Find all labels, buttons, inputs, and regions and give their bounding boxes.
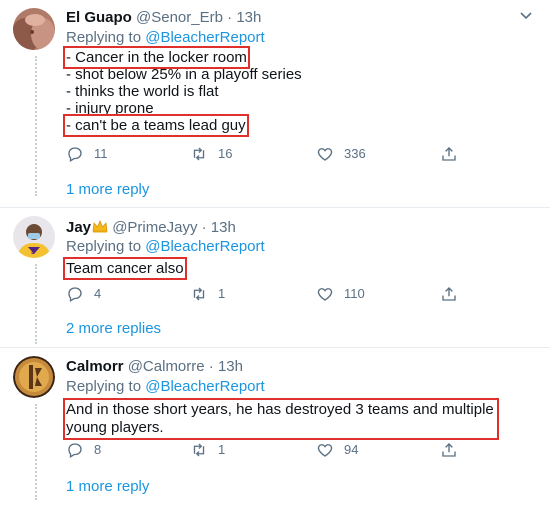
reply-button[interactable]: 4	[66, 284, 101, 304]
tweet-actions: 4 1 110	[66, 284, 486, 304]
replying-to-prefix: Replying to	[66, 238, 146, 255]
tweet-text: Team cancer also	[63, 257, 187, 280]
share-icon	[442, 287, 456, 301]
retweet-count: 1	[218, 442, 226, 457]
display-name[interactable]: Jay	[66, 219, 108, 236]
chevron-down-icon	[520, 12, 532, 20]
share-icon	[442, 443, 456, 457]
retweet-icon	[193, 147, 205, 161]
more-options-button[interactable]	[516, 9, 536, 29]
replying-to-mention[interactable]: @BleacherReport	[145, 378, 264, 395]
reply-button[interactable]: 8	[66, 440, 101, 460]
tweet-header: Jay @PrimeJayy · 13h	[66, 219, 236, 236]
reply-count: 4	[94, 286, 102, 301]
tweet-text: - Cancer in the locker room - shot below…	[63, 46, 302, 137]
retweet-button[interactable]: 1	[190, 440, 225, 460]
timestamp[interactable]: 13h	[236, 9, 261, 26]
tweet-text-line: And in those short years, he has destroy…	[66, 401, 494, 418]
timestamp[interactable]: 13h	[218, 358, 243, 375]
reply-icon	[68, 287, 82, 302]
highlighted-text: And in those short years, he has destroy…	[63, 398, 499, 440]
tweet-text-line: - thinks the world is flat	[66, 83, 219, 100]
share-button[interactable]	[440, 144, 468, 164]
show-more-replies-link[interactable]: 2 more replies	[66, 320, 161, 337]
like-button[interactable]: 110	[316, 284, 365, 304]
timestamp[interactable]: 13h	[211, 219, 236, 236]
replying-to-mention[interactable]: @BleacherReport	[145, 29, 264, 46]
user-handle[interactable]: @Calmorre	[128, 358, 205, 375]
tweet-text-line: - Cancer in the locker room	[63, 46, 302, 69]
share-button[interactable]	[440, 440, 468, 460]
avatar[interactable]	[13, 356, 55, 398]
separator-dot: ·	[201, 219, 207, 236]
heart-icon	[317, 288, 333, 301]
retweet-button[interactable]: 16	[190, 144, 232, 164]
replying-to: Replying to @BleacherReport	[66, 29, 265, 46]
retweet-icon	[193, 287, 205, 301]
reply-icon	[68, 147, 82, 162]
crown-icon	[92, 220, 108, 233]
tweet[interactable]: El Guapo @Senor_Erb · 13h Replying to @B…	[0, 0, 550, 208]
like-button[interactable]: 94	[316, 440, 358, 460]
tweet-actions: 11 16 336	[66, 144, 486, 164]
reply-button[interactable]: 11	[66, 144, 108, 164]
reply-count: 8	[94, 442, 102, 457]
share-icon	[442, 147, 456, 161]
separator-dot: ·	[208, 358, 214, 375]
like-button[interactable]: 336	[316, 144, 366, 164]
user-handle[interactable]: @PrimeJayy	[112, 219, 197, 236]
heart-icon	[317, 148, 333, 161]
highlighted-text: Team cancer also	[63, 257, 187, 280]
avatar-image	[13, 8, 55, 50]
avatar[interactable]: 3	[13, 216, 55, 258]
tweet-text-line: - shot below 25% in a playoff series	[66, 66, 302, 83]
heart-icon	[317, 444, 333, 457]
show-more-replies-link[interactable]: 1 more reply	[66, 478, 149, 495]
tweet-header: Calmorr @Calmorre · 13h	[66, 358, 243, 375]
reply-icon	[68, 443, 82, 458]
like-count: 110	[344, 286, 365, 301]
user-handle[interactable]: @Senor_Erb	[136, 9, 223, 26]
tweet-text-line: young players.	[66, 419, 164, 436]
retweet-count: 1	[218, 286, 226, 301]
avatar-image	[13, 356, 55, 398]
show-more-replies-link[interactable]: 1 more reply	[66, 181, 149, 198]
tweet-text-line: - can't be a teams lead guy	[63, 114, 302, 137]
retweet-count: 16	[218, 146, 233, 161]
tweet-text-line: Team cancer also	[63, 257, 187, 280]
display-name[interactable]: Calmorr	[66, 358, 124, 375]
replying-to-prefix: Replying to	[66, 378, 146, 395]
replying-to: Replying to @BleacherReport	[66, 238, 265, 255]
thread-line	[35, 56, 37, 196]
reply-thread-feed: El Guapo @Senor_Erb · 13h Replying to @B…	[0, 0, 550, 506]
like-count: 336	[344, 146, 366, 161]
retweet-button[interactable]: 1	[190, 284, 225, 304]
highlighted-text: - Cancer in the locker room	[63, 46, 250, 69]
replying-to-mention[interactable]: @BleacherReport	[145, 238, 264, 255]
like-count: 94	[344, 442, 359, 457]
avatar-image: 3	[13, 216, 55, 258]
retweet-icon	[193, 443, 205, 457]
display-name[interactable]: El Guapo	[66, 9, 132, 26]
thread-line	[35, 264, 37, 344]
tweet[interactable]: 3 Jay @PrimeJayy · 13h Replying to @Blea…	[0, 208, 550, 348]
highlighted-text: - can't be a teams lead guy	[63, 114, 249, 137]
avatar[interactable]	[13, 8, 55, 50]
tweet-actions: 8 1 94	[66, 440, 486, 460]
thread-line	[35, 404, 37, 500]
share-button[interactable]	[440, 284, 468, 304]
tweet[interactable]: Calmorr @Calmorre · 13h Replying to @Ble…	[0, 348, 550, 506]
replying-to: Replying to @BleacherReport	[66, 378, 265, 395]
tweet-text-line: - injury prone	[66, 100, 154, 117]
display-name-text: Jay	[66, 219, 92, 236]
svg-text:3: 3	[31, 249, 35, 256]
replying-to-prefix: Replying to	[66, 29, 146, 46]
reply-count: 11	[94, 146, 108, 161]
tweet-header: El Guapo @Senor_Erb · 13h	[66, 9, 261, 26]
separator-dot: ·	[227, 9, 233, 26]
